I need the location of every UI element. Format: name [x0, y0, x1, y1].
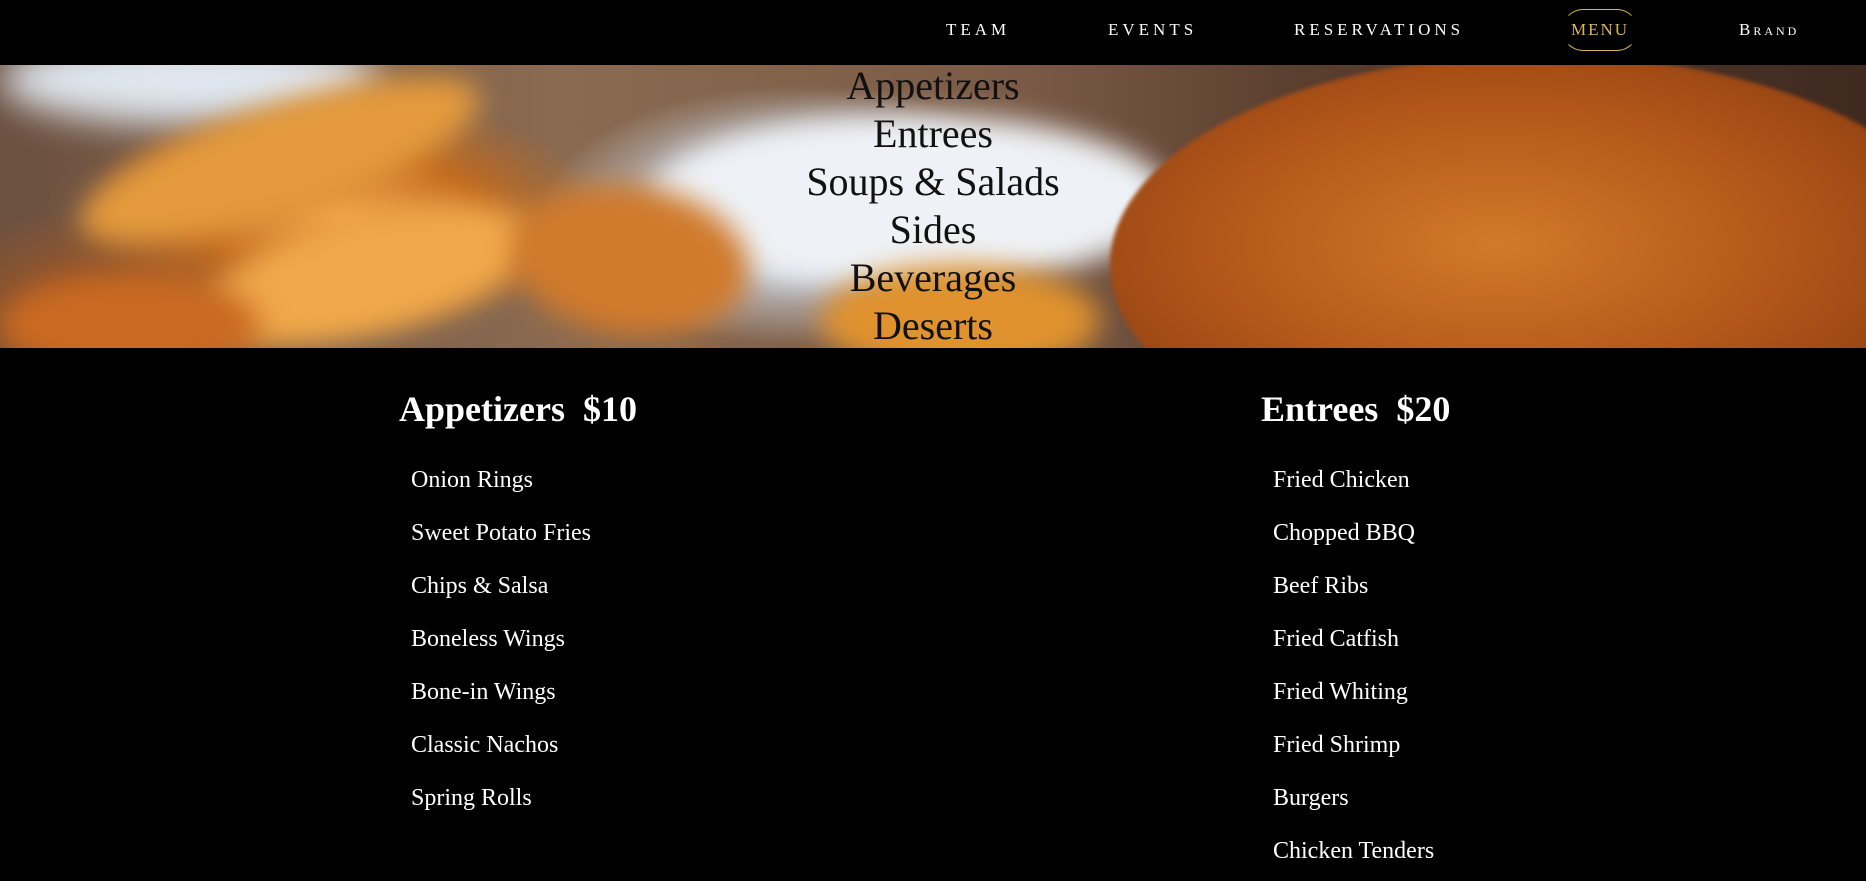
section-title: Entrees — [1261, 389, 1379, 429]
menu-item: Boneless Wings — [411, 626, 565, 652]
menu-section-appetizers: Appetizers $10 Onion Rings Sweet Potato F… — [399, 348, 637, 825]
category-link-deserts[interactable]: Deserts — [873, 302, 993, 348]
menu-item: Sweet Potato Fries — [411, 520, 591, 546]
menu-item: Chicken Tenders — [1273, 838, 1435, 864]
nav-link-reservations[interactable]: RESERVATIONS — [1294, 20, 1464, 40]
menu-item-list: Fried Chicken Chopped BBQ Beef Ribs Frie… — [1273, 454, 1450, 878]
top-nav: TEAM EVENTS RESERVATIONS MENU Brand — [0, 0, 1866, 65]
category-links: Appetizers Entrees Soups & Salads Sides … — [0, 65, 1866, 348]
hero-banner: Appetizers Entrees Soups & Salads Sides … — [0, 65, 1866, 348]
menu-section-entrees: Entrees $20 Fried Chicken Chopped BBQ Bee… — [1261, 348, 1450, 878]
category-link-entrees[interactable]: Entrees — [873, 110, 993, 158]
section-title: Appetizers — [399, 389, 565, 429]
menu-item-list: Onion Rings Sweet Potato Fries Chips & S… — [411, 454, 637, 825]
menu-item: Chopped BBQ — [1273, 520, 1416, 546]
section-price: $10 — [582, 389, 637, 429]
menu-item: Beef Ribs — [1273, 573, 1369, 599]
category-link-appetizers[interactable]: Appetizers — [846, 65, 1019, 110]
category-link-beverages[interactable]: Beverages — [850, 254, 1017, 302]
section-price: $20 — [1396, 389, 1451, 429]
category-link-sides[interactable]: Sides — [890, 206, 977, 254]
menu-item: Fried Chicken — [1273, 467, 1410, 493]
section-heading: Appetizers $10 — [399, 388, 637, 430]
menu-item: Classic Nachos — [411, 732, 559, 758]
menu-item: Onion Rings — [411, 467, 534, 493]
menu-item: Fried Whiting — [1273, 679, 1408, 705]
nav-link-events[interactable]: EVENTS — [1108, 20, 1197, 40]
menu-item: Fried Catfish — [1273, 626, 1399, 652]
menu-item: Chips & Salsa — [411, 573, 549, 599]
menu-item: Fried Shrimp — [1273, 732, 1401, 758]
menu-item: Burgers — [1273, 785, 1349, 811]
category-link-soups-salads[interactable]: Soups & Salads — [806, 158, 1059, 206]
section-heading: Entrees $20 — [1261, 388, 1450, 430]
nav-link-team[interactable]: TEAM — [946, 20, 1010, 40]
nav-link-menu[interactable]: MENU — [1562, 9, 1638, 51]
nav-link-brand[interactable]: Brand — [1739, 20, 1799, 40]
menu-item: Spring Rolls — [411, 785, 532, 811]
menu-item: Bone-in Wings — [411, 679, 556, 705]
